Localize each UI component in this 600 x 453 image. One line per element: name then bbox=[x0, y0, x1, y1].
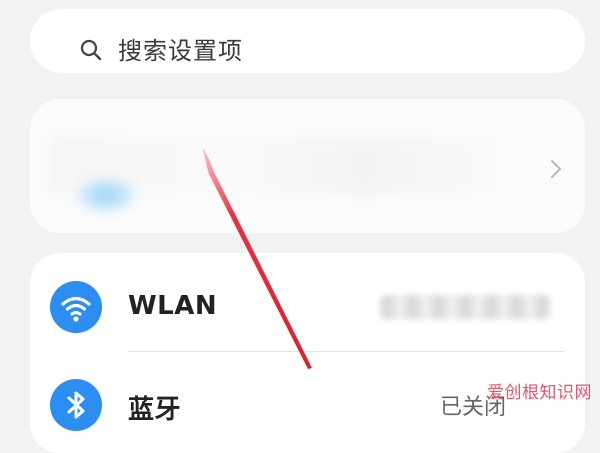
wifi-icon bbox=[61, 296, 91, 322]
account-avatar bbox=[76, 177, 136, 213]
search-bar[interactable]: 搜索设置项 bbox=[30, 9, 585, 73]
bluetooth-icon bbox=[67, 391, 85, 419]
wlan-row[interactable]: WLAN bbox=[30, 253, 585, 351]
wlan-network-blurred bbox=[380, 295, 550, 319]
bluetooth-icon-circle bbox=[50, 379, 102, 431]
wlan-label: WLAN bbox=[128, 291, 218, 321]
search-icon bbox=[80, 39, 102, 65]
wlan-icon-circle bbox=[50, 281, 102, 333]
chevron-right-icon bbox=[549, 158, 563, 184]
settings-list: WLAN 蓝牙 已关闭 bbox=[30, 253, 585, 453]
search-placeholder: 搜索设置项 bbox=[118, 37, 243, 65]
watermark: 爱创根知识网 bbox=[487, 383, 592, 403]
bluetooth-label: 蓝牙 bbox=[128, 395, 182, 425]
account-card[interactable] bbox=[30, 99, 585, 233]
